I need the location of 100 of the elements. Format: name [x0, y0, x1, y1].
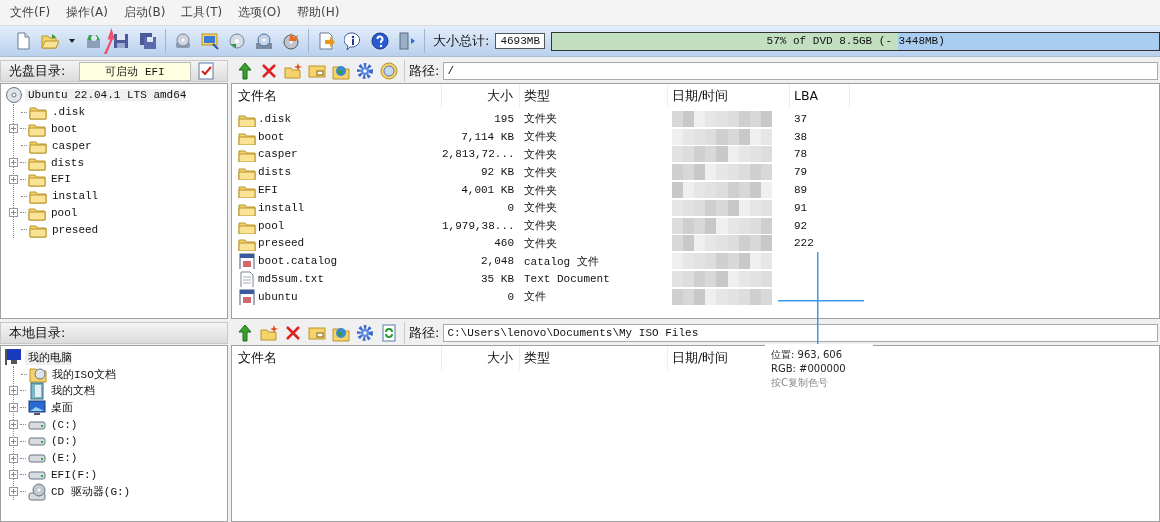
caret-icon[interactable]: [68, 37, 76, 45]
menu-item[interactable]: 工具(T): [173, 3, 231, 22]
help-icon[interactable]: [371, 32, 389, 50]
tree-item[interactable]: EFI: [48, 173, 71, 186]
table-cell-text: 78: [793, 148, 809, 161]
menu-item[interactable]: 操作(A): [58, 3, 116, 22]
cd-icon[interactable]: [5, 86, 23, 105]
tree-item[interactable]: .disk: [49, 106, 85, 119]
file-name[interactable]: ubuntu: [258, 290, 298, 303]
settings-icon[interactable]: [356, 62, 374, 80]
column-header[interactable]: 类型: [520, 84, 668, 108]
column-header[interactable]: LBA: [790, 84, 850, 108]
open-folder-icon[interactable]: [41, 32, 59, 50]
disc-drive-icon[interactable]: [174, 32, 192, 50]
text-file-icon: [238, 271, 256, 288]
refresh-icon[interactable]: [380, 324, 398, 342]
expand-toggle[interactable]: [9, 208, 18, 218]
up-arrow-icon[interactable]: [236, 62, 254, 80]
rename-icon[interactable]: [308, 62, 326, 80]
disc-drive-icon[interactable]: [255, 32, 273, 50]
tree-item[interactable]: install: [49, 190, 99, 203]
path-field[interactable]: /: [443, 62, 1158, 80]
table-cell-text: catalog 文件: [523, 254, 600, 269]
menu-item[interactable]: 文件(F): [2, 3, 59, 22]
expand-toggle[interactable]: [9, 124, 18, 134]
table-cell-text: 文件夹: [523, 236, 558, 251]
extract-icon[interactable]: [85, 32, 103, 50]
expand-toggle[interactable]: [9, 420, 18, 430]
monitor-icon[interactable]: [201, 32, 219, 50]
settings-icon[interactable]: [356, 324, 374, 342]
info-icon[interactable]: [344, 32, 362, 50]
tree-item[interactable]: boot: [48, 123, 78, 135]
tree-item[interactable]: CD 驱动器(G:): [48, 484, 131, 500]
document-arrow-icon[interactable]: [317, 32, 335, 50]
tree-item[interactable]: 我的电脑: [25, 349, 72, 365]
system-file-icon: [238, 288, 256, 305]
path-label: 路径:: [409, 62, 440, 80]
table-cell-text: 4,001 KB: [460, 184, 515, 197]
tree-item[interactable]: (C:): [48, 418, 78, 431]
file-name[interactable]: boot: [258, 130, 285, 143]
menu-item[interactable]: 选项(O): [230, 3, 289, 22]
file-name[interactable]: pool: [258, 219, 285, 232]
path-field[interactable]: C:\Users\lenovo\Documents\My ISO Files: [443, 324, 1158, 342]
menu-item[interactable]: 启动(B): [115, 3, 174, 22]
boot-field[interactable]: 可启动 EFI: [79, 61, 191, 81]
new-file-icon[interactable]: [14, 32, 32, 50]
tree-item[interactable]: 我的文档: [48, 383, 95, 399]
computer-icon[interactable]: [5, 348, 23, 367]
expand-toggle[interactable]: [9, 436, 18, 446]
file-name[interactable]: dists: [258, 166, 291, 179]
checklist-icon[interactable]: [197, 62, 215, 80]
tree-item[interactable]: dists: [48, 156, 84, 169]
exit-icon[interactable]: [398, 32, 416, 50]
file-name[interactable]: EFI: [258, 184, 278, 197]
table-cell-text: 38: [793, 130, 809, 143]
new-folder-icon[interactable]: [260, 324, 278, 342]
file-name[interactable]: md5sum.txt: [258, 273, 324, 286]
tree-item[interactable]: 桌面: [48, 400, 73, 416]
tree-item[interactable]: preseed: [49, 223, 99, 236]
delete-icon[interactable]: [260, 62, 278, 80]
tree-item[interactable]: pool: [48, 206, 78, 219]
table-cell-text: 7,114 KB: [460, 130, 515, 143]
table-cell-text: 文件夹: [523, 112, 558, 127]
disc-folder-icon[interactable]: [380, 62, 398, 80]
save-icon[interactable]: [112, 32, 130, 50]
tree-item[interactable]: Ubuntu 22.04.1 LTS amd64: [25, 89, 187, 102]
menu-item[interactable]: 帮助(H): [288, 3, 348, 22]
column-header[interactable]: 日期/时间: [668, 84, 790, 108]
rename-icon[interactable]: [308, 324, 326, 342]
column-header[interactable]: 文件名: [238, 84, 442, 108]
column-header[interactable]: 文件名: [238, 346, 442, 370]
file-name[interactable]: .disk: [258, 112, 291, 125]
column-header[interactable]: 类型: [520, 346, 668, 370]
file-name[interactable]: casper: [258, 148, 298, 161]
tree-item[interactable]: 我的ISO文档: [49, 366, 116, 382]
expand-toggle[interactable]: [9, 470, 18, 480]
expand-toggle[interactable]: [9, 453, 18, 463]
expand-toggle[interactable]: [9, 403, 18, 413]
disc-icon[interactable]: [228, 32, 246, 50]
expand-toggle[interactable]: [9, 158, 18, 168]
tree-item[interactable]: (E:): [48, 452, 78, 465]
table-cell-text: 195: [493, 112, 515, 125]
save-as-icon[interactable]: [139, 32, 157, 50]
file-name[interactable]: boot.catalog: [258, 255, 338, 268]
column-header[interactable]: 大小: [442, 346, 520, 370]
expand-toggle[interactable]: [9, 386, 18, 396]
column-header[interactable]: 大小: [442, 84, 520, 108]
tree-item[interactable]: (D:): [48, 435, 78, 448]
expand-toggle[interactable]: [9, 174, 18, 184]
tree-item[interactable]: EFI(F:): [48, 468, 98, 481]
size-total-field: 4693MB: [495, 33, 546, 49]
burning-disc-icon[interactable]: [282, 32, 300, 50]
expand-toggle[interactable]: [9, 487, 18, 497]
up-arrow-icon[interactable]: [236, 324, 254, 342]
tree-item[interactable]: casper: [49, 139, 92, 152]
file-name[interactable]: install: [258, 201, 305, 214]
delete-icon[interactable]: [284, 324, 302, 342]
table-cell-text: 89: [793, 184, 809, 197]
file-name[interactable]: preseed: [258, 237, 305, 250]
new-folder-icon[interactable]: [284, 62, 302, 80]
